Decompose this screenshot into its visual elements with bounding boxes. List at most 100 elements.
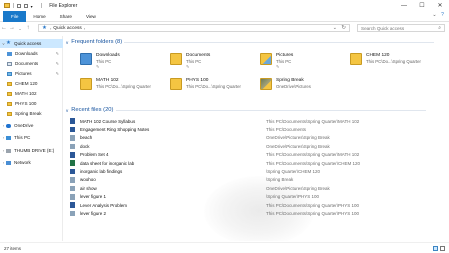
- help-icon[interactable]: ?: [440, 13, 445, 18]
- separator: [40, 3, 42, 8]
- table-row[interactable]: data sheet for inorganic lab This PC\Doc…: [70, 159, 440, 167]
- table-row[interactable]: Engagement Ring Shopping Notes This PC\D…: [70, 125, 440, 133]
- sidebar-item-phys-100[interactable]: PHYS 100: [0, 99, 63, 108]
- customize-toolbar-icon[interactable]: ▾: [31, 4, 35, 9]
- sidebar-item-label: Network: [14, 160, 31, 165]
- download-folder-icon: [7, 51, 12, 56]
- frequent-folders-header[interactable]: v Frequent folders (8): [66, 39, 434, 45]
- sidebar-item-spring-break[interactable]: Spring Break: [0, 109, 63, 118]
- file-name: Problem Set 4: [80, 152, 109, 158]
- pin-icon: ✎: [276, 64, 280, 69]
- chevron-down-icon[interactable]: ⌄: [333, 25, 337, 31]
- sidebar-item-label: Quick access: [14, 41, 42, 46]
- file-location: OneDrive\Pictures\Spring Break: [266, 135, 330, 141]
- chevron-down-icon[interactable]: v: [66, 40, 68, 45]
- window-title: File Explorer: [49, 2, 78, 9]
- sidebar-item-thumb-drive[interactable]: › THUMB DRIVE (E:): [0, 146, 63, 155]
- image-file-icon: [70, 177, 75, 183]
- new-folder-quick-icon[interactable]: [23, 3, 28, 8]
- expand-ribbon-icon[interactable]: ⌄: [432, 13, 437, 18]
- sidebar-item-onedrive[interactable]: › OneDrive: [0, 121, 63, 130]
- sidebar-item-this-pc[interactable]: › This PC: [0, 133, 63, 142]
- table-row[interactable]: lever figure 2 This PC\Documents\Spring …: [70, 209, 440, 217]
- sidebar-item-documents[interactable]: Documents ✎: [0, 59, 63, 68]
- file-location: \Spring Break: [266, 177, 294, 183]
- pictures-folder-icon: [260, 53, 272, 65]
- table-row[interactable]: Problem Set 4 This PC\Documents\Spring Q…: [70, 151, 440, 159]
- file-name: lever figure 2: [80, 211, 107, 217]
- folder-tile-documents[interactable]: Documents This PC ✎: [170, 51, 260, 71]
- pin-icon: ✎: [55, 61, 59, 66]
- up-button[interactable]: ↑: [24, 25, 32, 31]
- refresh-icon[interactable]: ↻: [341, 25, 346, 31]
- section-title: Frequent folders (8): [71, 39, 123, 45]
- sidebar-item-quick-access[interactable]: v ★ Quick access: [0, 39, 63, 48]
- maximize-button[interactable]: ☐: [413, 0, 431, 11]
- sidebar-item-label: Documents: [15, 61, 39, 66]
- breadcrumb-quick-access[interactable]: Quick access: [53, 26, 82, 31]
- table-row[interactable]: inorganic lab findings \Spring Quarter\C…: [70, 167, 440, 175]
- word-doc-icon: [70, 118, 75, 124]
- sidebar-item-label: PHYS 100: [15, 101, 37, 106]
- sidebar-item-label: MATH 102: [15, 91, 37, 96]
- folder-name: PHYS 100: [186, 78, 209, 83]
- table-row[interactable]: lever figure 1 \Spring Quarter\PHYS 100: [70, 193, 440, 201]
- table-row[interactable]: air show OneDrive\Pictures\Spring Break: [70, 184, 440, 192]
- table-row[interactable]: MATH 102 Course Syllabus This PC\Documen…: [70, 117, 440, 125]
- table-row[interactable]: beach OneDrive\Pictures\Spring Break: [70, 134, 440, 142]
- sidebar-item-downloads[interactable]: Downloads ✎: [0, 49, 63, 58]
- breadcrumb-separator: ›: [49, 25, 52, 31]
- close-button[interactable]: ✕: [431, 0, 449, 11]
- download-folder-icon: [80, 53, 92, 65]
- search-placeholder: Search Quick access: [361, 25, 405, 31]
- ribbon: File Home Share View ⌄ ?: [0, 10, 449, 22]
- recent-locations-icon[interactable]: ⌄: [16, 26, 24, 31]
- tab-share[interactable]: Share: [53, 11, 79, 22]
- minimize-button[interactable]: —: [395, 0, 413, 11]
- large-icons-view-icon[interactable]: [440, 246, 445, 251]
- pin-icon: ✎: [186, 64, 190, 69]
- search-input[interactable]: Search Quick access ⌕: [357, 24, 445, 32]
- file-name: MATH 102 Course Syllabus: [80, 118, 136, 124]
- back-button[interactable]: ←: [0, 25, 8, 31]
- address-bar[interactable]: ★ › Quick access › ⌄ ↻: [38, 24, 350, 32]
- search-icon: ⌕: [438, 25, 441, 31]
- properties-quick-icon[interactable]: [16, 3, 21, 8]
- details-view-icon[interactable]: [433, 246, 438, 251]
- tab-file[interactable]: File: [3, 10, 27, 22]
- sidebar-item-math-102[interactable]: MATH 102: [0, 89, 63, 98]
- folder-icon: [350, 53, 362, 65]
- image-file-icon: [70, 135, 75, 141]
- computer-icon: [6, 135, 11, 140]
- sidebar-item-pictures[interactable]: Pictures ✎: [0, 69, 63, 78]
- image-file-icon: [70, 210, 75, 217]
- recent-files-header[interactable]: v Recent files (20): [66, 107, 426, 113]
- table-row[interactable]: woohoo \Spring Break: [70, 176, 440, 184]
- folder-name: Pictures: [276, 53, 294, 58]
- tab-home[interactable]: Home: [26, 11, 52, 22]
- folder-tile-math-102[interactable]: MATH 102 This PC\Do...\Spring Quarter: [80, 76, 170, 96]
- file-name: beach: [80, 135, 93, 141]
- folder-tile-pictures[interactable]: Pictures This PC ✎: [260, 51, 350, 71]
- navigation-bar: ← → ⌄ ↑ ★ › Quick access › ⌄ ↻ Search Qu…: [0, 22, 449, 34]
- file-location: This PC\Documents\Spring Quarter\CHEM 12…: [266, 160, 361, 166]
- sidebar-item-label: Spring Break: [15, 111, 42, 116]
- forward-button[interactable]: →: [8, 25, 16, 31]
- table-row[interactable]: dock OneDrive\Pictures\Spring Break: [70, 142, 440, 150]
- file-location: This PC\Documents\Spring Quarter\PHYS 10…: [266, 211, 360, 217]
- file-location: This PC\Documents\Spring Quarter\PHYS 10…: [266, 202, 360, 208]
- folder-tile-downloads[interactable]: Downloads This PC ✎: [80, 51, 170, 71]
- photo-folder-icon: [260, 78, 272, 90]
- folder-tile-phys-100[interactable]: PHYS 100 This PC\Do...\Spring Quarter: [170, 76, 260, 96]
- image-file-icon: [70, 185, 75, 192]
- chevron-down-icon[interactable]: v: [66, 108, 68, 113]
- folder-tile-spring-break[interactable]: Spring Break OneDrive\Pictures: [260, 76, 350, 96]
- table-row[interactable]: Lever Analysis Problem This PC\Documents…: [70, 201, 440, 209]
- tab-view[interactable]: View: [79, 11, 103, 22]
- file-location: OneDrive\Pictures\Spring Break: [266, 185, 330, 191]
- sidebar-item-network[interactable]: › Network: [0, 158, 63, 167]
- content-pane: v Frequent folders (8) Downloads This PC…: [64, 36, 449, 241]
- file-name: lever figure 1: [80, 194, 107, 200]
- folder-tile-chem-120[interactable]: CHEM 120 This PC\Do...\Spring Quarter: [350, 51, 440, 71]
- sidebar-item-chem-120[interactable]: CHEM 120: [0, 79, 63, 88]
